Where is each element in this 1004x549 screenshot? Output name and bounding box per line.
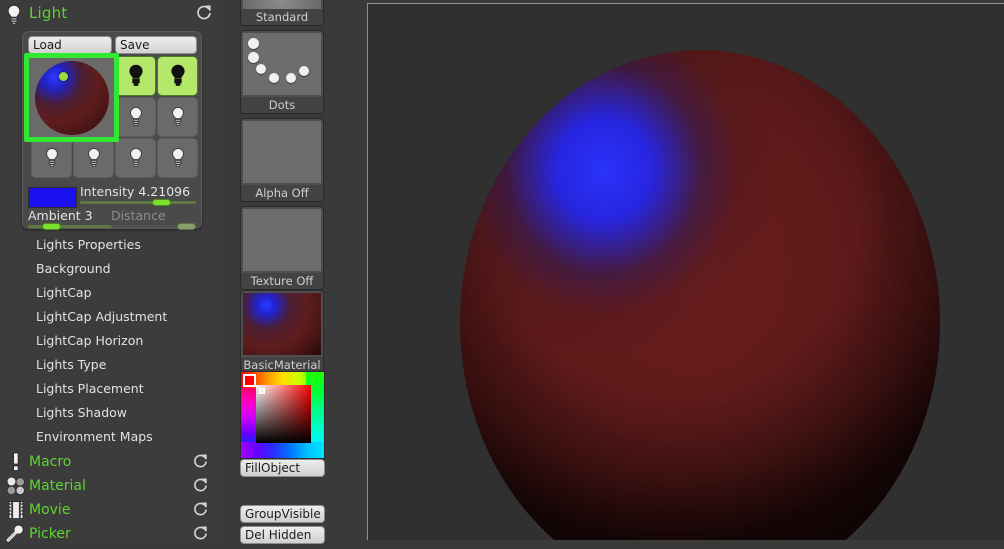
- palette-row-movie-label: Movie: [29, 502, 71, 518]
- color-picker-main-cursor[interactable]: [243, 374, 256, 387]
- light-slot-6[interactable]: [157, 97, 198, 137]
- palette-row-macro[interactable]: Macro: [0, 450, 222, 474]
- submenu-item-lightcap-horizon[interactable]: LightCap Horizon: [0, 329, 222, 353]
- submenu-item-lights-type[interactable]: Lights Type: [0, 353, 222, 377]
- alpha-thumbnail[interactable]: Alpha Off: [240, 118, 324, 202]
- light-slot-8[interactable]: [73, 138, 114, 178]
- palette-row-material-label: Material: [29, 478, 86, 494]
- material-preview-image: [243, 293, 321, 355]
- alpha-preview-image: [243, 121, 321, 183]
- submenu-item-lights-properties[interactable]: Lights Properties: [0, 233, 222, 257]
- save-button[interactable]: Save: [115, 36, 197, 54]
- circular-arrow-icon[interactable]: [196, 5, 212, 21]
- ambient-slider-label: Ambient 3: [28, 208, 93, 223]
- light-preview[interactable]: [27, 56, 116, 139]
- circular-arrow-icon[interactable]: [193, 478, 208, 493]
- left-palette-column: Light Load Save Intensity 4.21096 Ambien…: [0, 0, 222, 542]
- light-palette-header[interactable]: Light: [0, 0, 222, 27]
- intensity-slider-knob[interactable]: [152, 199, 171, 206]
- application-window: Light Load Save Intensity 4.21096 Ambien…: [0, 0, 1004, 544]
- eyedropper-icon: [5, 523, 27, 545]
- submenu-item-lightcap[interactable]: LightCap: [0, 281, 222, 305]
- stroke-thumbnail-caption: Dots: [241, 97, 323, 113]
- del-hidden-button[interactable]: Del Hidden: [240, 526, 325, 544]
- light-slot-4[interactable]: [157, 56, 198, 96]
- light-color-swatch[interactable]: [28, 187, 77, 208]
- distance-slider-knob[interactable]: [177, 223, 196, 230]
- light-slot-10[interactable]: [157, 138, 198, 178]
- light-slot-5[interactable]: [115, 97, 156, 137]
- intensity-slider-label: Intensity 4.21096: [80, 184, 191, 199]
- sphere3d-object[interactable]: [460, 50, 940, 540]
- load-button[interactable]: Load: [28, 36, 112, 54]
- palette-row-macro-label: Macro: [29, 454, 72, 470]
- texture-thumbnail-caption: Texture Off: [241, 273, 323, 289]
- exclamation-icon: [5, 451, 27, 473]
- light-slot-3[interactable]: [115, 56, 156, 96]
- ambient-slider-knob[interactable]: [42, 223, 61, 230]
- submenu-item-environment-maps[interactable]: Environment Maps: [0, 425, 222, 449]
- light-slot-7[interactable]: [31, 138, 72, 178]
- color-picker-hue-bottom[interactable]: [241, 442, 324, 458]
- color-picker[interactable]: [240, 371, 325, 459]
- distance-slider-label: Distance: [111, 208, 166, 223]
- palette-row-movie[interactable]: Movie: [0, 498, 222, 522]
- submenu-item-lightcap-adjustment[interactable]: LightCap Adjustment: [0, 305, 222, 329]
- light-position-handle[interactable]: [59, 72, 68, 81]
- spheres-icon: [5, 475, 27, 497]
- brush-thumbnail-caption: Standard: [241, 9, 323, 25]
- texture-thumbnail[interactable]: Texture Off: [240, 206, 324, 290]
- film-strip-icon: [5, 499, 27, 521]
- material-thumbnail[interactable]: BasicMaterial: [240, 290, 324, 374]
- submenu-item-lights-shadow[interactable]: Lights Shadow: [0, 401, 222, 425]
- brush-thumbnail[interactable]: Standard: [240, 0, 324, 26]
- palette-row-picker-label: Picker: [29, 526, 71, 542]
- light-group-box: Load Save Intensity 4.21096 Ambient 3 Di…: [22, 31, 202, 230]
- page-title: Light: [29, 4, 68, 22]
- intensity-slider-track: [80, 201, 196, 204]
- alpha-thumbnail-caption: Alpha Off: [241, 185, 323, 201]
- document-canvas[interactable]: [367, 3, 1004, 540]
- distance-slider[interactable]: Distance: [111, 208, 196, 230]
- lightbulb-icon: [4, 3, 24, 25]
- color-picker-sv-cursor[interactable]: [259, 388, 265, 394]
- palette-list: Macro Material Movie Picker: [0, 450, 222, 546]
- stroke-preview-image: [243, 33, 321, 95]
- stroke-thumbnail[interactable]: Dots: [240, 30, 324, 114]
- light-submenu: Lights Properties Background LightCap Li…: [0, 233, 222, 449]
- circular-arrow-icon[interactable]: [193, 502, 208, 517]
- light-slot-9[interactable]: [115, 138, 156, 178]
- texture-preview-image: [243, 209, 321, 271]
- circular-arrow-icon[interactable]: [193, 454, 208, 469]
- palette-row-material[interactable]: Material: [0, 474, 222, 498]
- canvas-area: [332, 0, 1004, 540]
- circular-arrow-icon[interactable]: [193, 526, 208, 541]
- palette-row-picker[interactable]: Picker: [0, 522, 222, 546]
- intensity-slider[interactable]: Intensity 4.21096: [80, 184, 196, 206]
- submenu-item-background[interactable]: Background: [0, 257, 222, 281]
- submenu-item-lights-placement[interactable]: Lights Placement: [0, 377, 222, 401]
- group-visible-button[interactable]: GroupVisible: [240, 505, 325, 523]
- light-preview-sphere: [35, 61, 109, 135]
- fill-object-button[interactable]: FillObject: [240, 459, 325, 477]
